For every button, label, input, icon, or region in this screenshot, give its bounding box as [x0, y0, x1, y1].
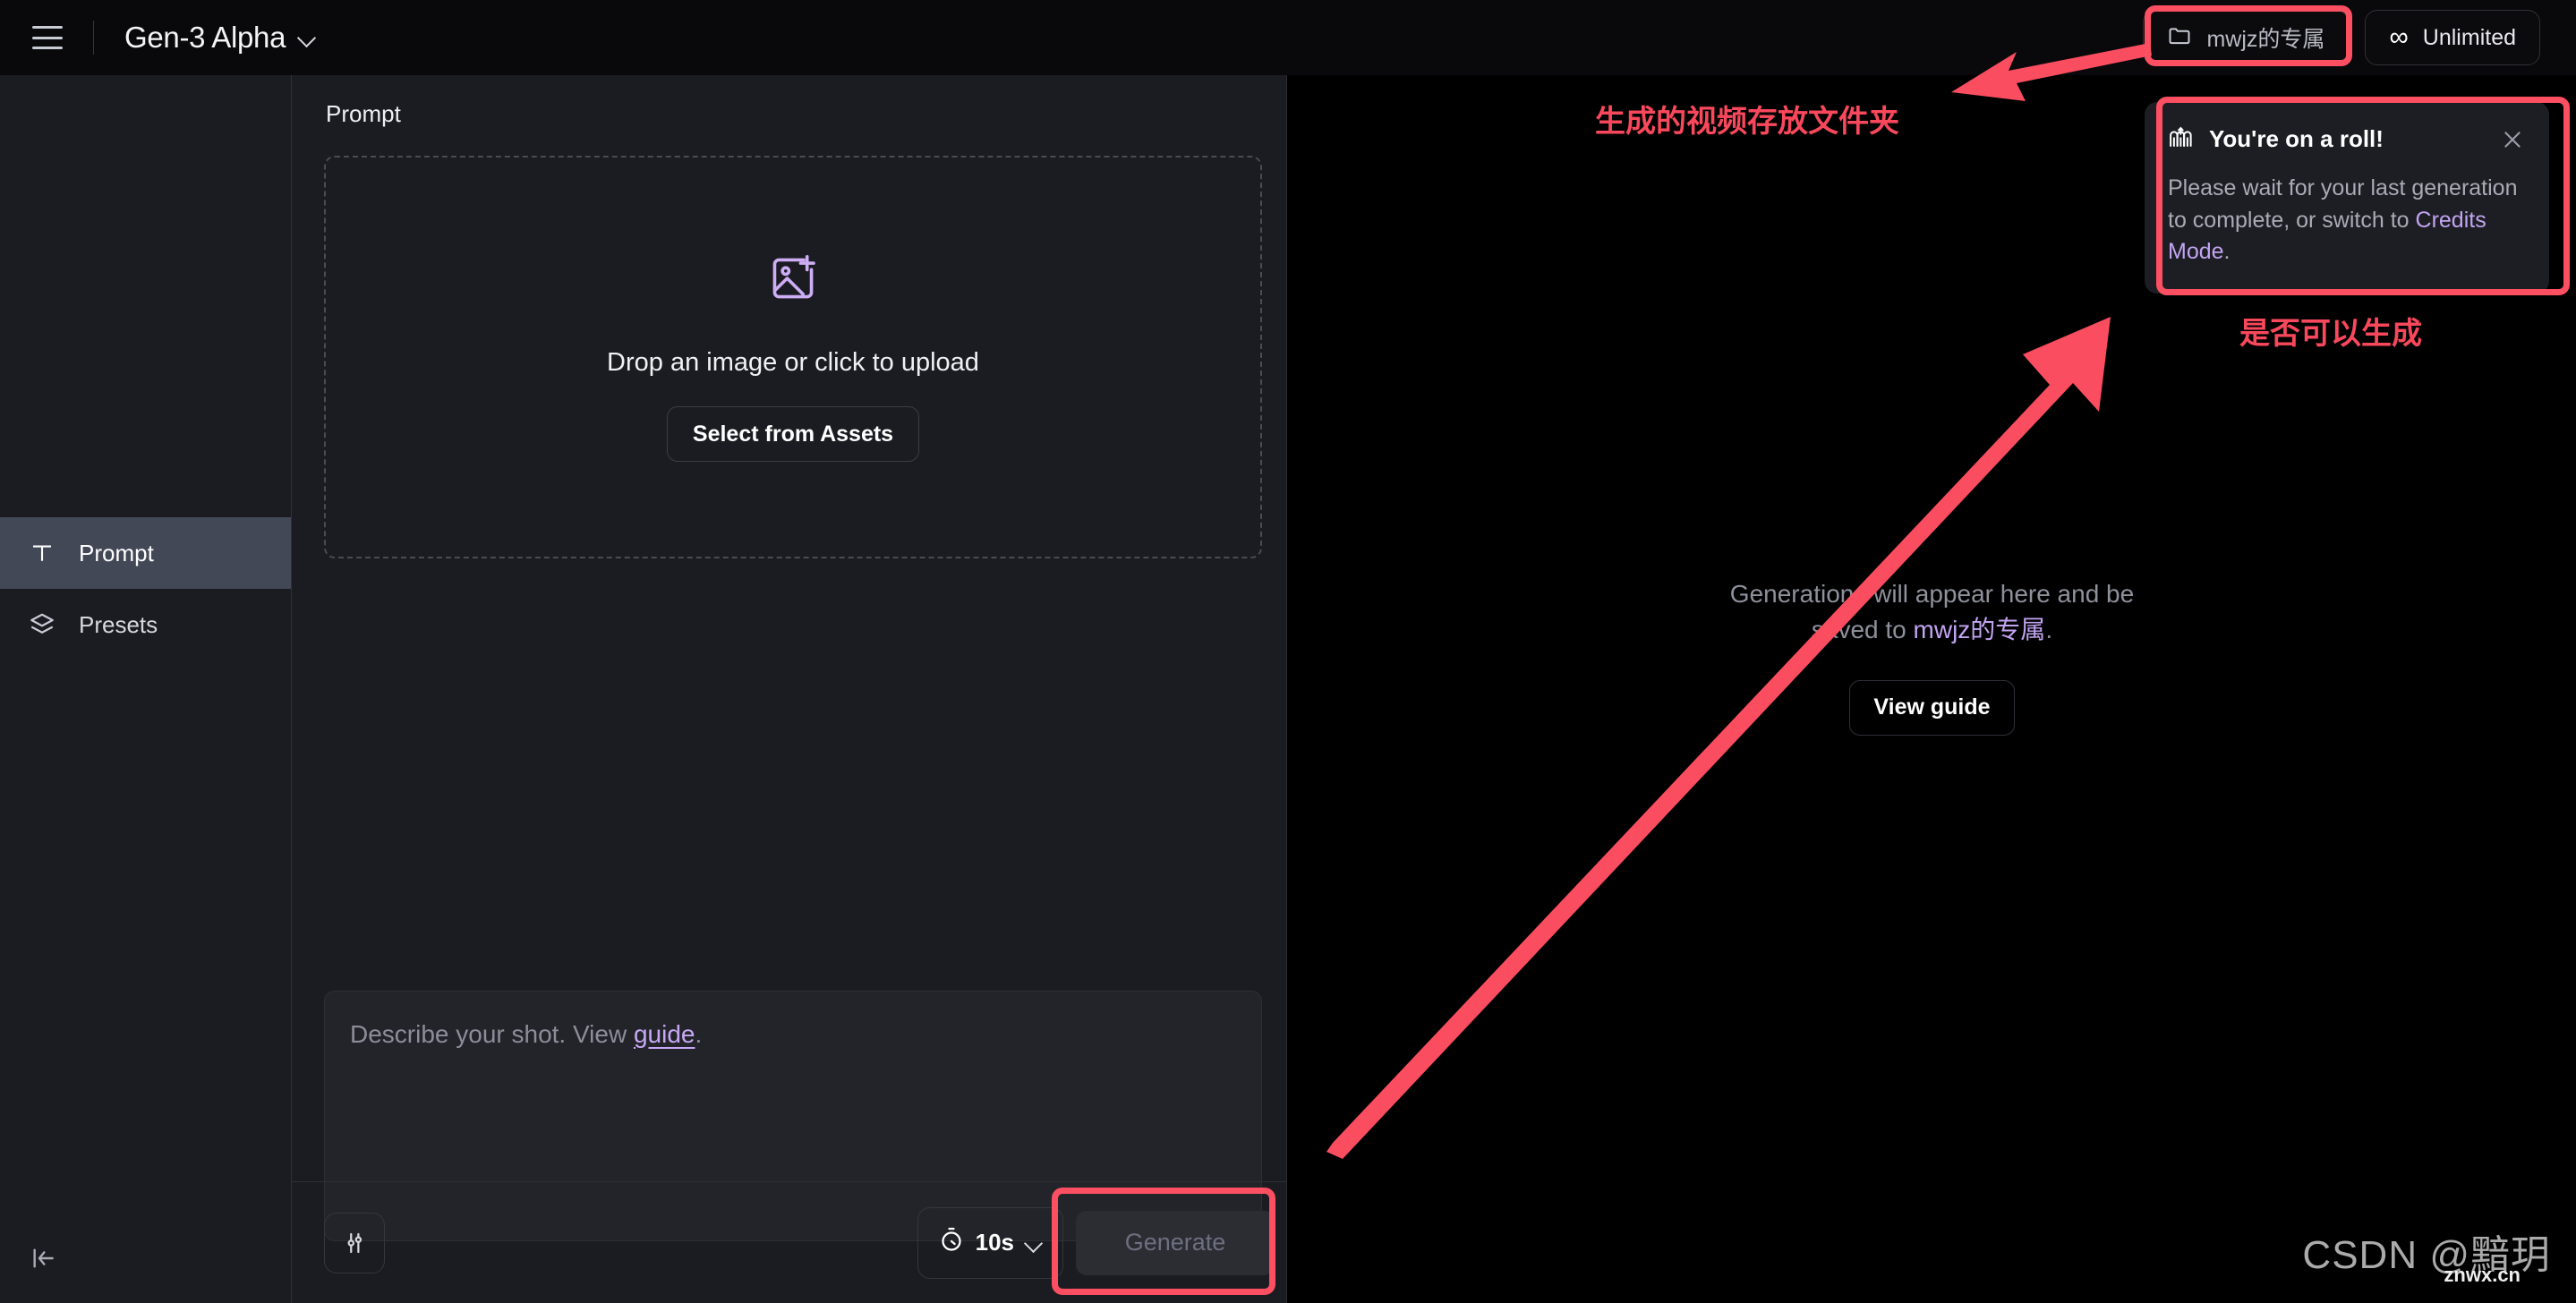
- sidebar-item-label: Prompt: [79, 539, 154, 566]
- chevron-down-icon: [1025, 1234, 1043, 1252]
- select-from-assets-button[interactable]: Select from Assets: [666, 406, 920, 462]
- image-plus-icon: [767, 252, 819, 309]
- empty-state-text: Generations will appear here and be save…: [1700, 576, 2165, 648]
- top-bar-actions: mwjz的专属 ∞ Unlimited: [2143, 10, 2540, 65]
- empty-state: Generations will appear here and be save…: [1288, 576, 2576, 736]
- prompt-panel: Prompt Drop an image or click to upload …: [292, 75, 1287, 1303]
- infinity-icon: ∞: [2389, 22, 2409, 52]
- stopwatch-icon: [938, 1226, 965, 1259]
- dropzone-text: Drop an image or click to upload: [607, 348, 979, 377]
- sidebar-item-prompt[interactable]: Prompt: [0, 517, 291, 589]
- text-t-icon: [27, 538, 57, 568]
- collapse-panel-icon[interactable]: [23, 1239, 63, 1278]
- toast-body: Please wait for your last generation to …: [2168, 173, 2526, 268]
- sidebar-items: Prompt Presets: [0, 517, 291, 660]
- close-x-icon[interactable]: [2499, 126, 2526, 153]
- footer-actions: 10s Generate: [917, 1206, 1275, 1279]
- layers-icon: [27, 609, 57, 640]
- plan-label: Unlimited: [2422, 24, 2516, 50]
- annotation-text-generate: 是否可以生成: [2239, 317, 2422, 351]
- generate-button[interactable]: Generate: [1076, 1210, 1275, 1275]
- sidebar-item-presets[interactable]: Presets: [0, 589, 291, 660]
- guide-link[interactable]: guide: [634, 1020, 695, 1048]
- placeholder-suffix: .: [695, 1020, 703, 1048]
- notification-toast: You're on a roll! Please wait for your l…: [2145, 102, 2549, 294]
- empty-suffix: .: [2045, 615, 2053, 643]
- duration-value: 10s: [975, 1229, 1014, 1256]
- top-bar: Gen-3 Alpha mwjz的专属 ∞ Unlimited: [0, 0, 2576, 75]
- toast-title: You're on a roll!: [2209, 125, 2384, 152]
- model-selector[interactable]: Gen-3 Alpha: [124, 21, 316, 55]
- sidebar: Prompt Presets: [0, 75, 292, 1303]
- hamburger-icon[interactable]: [32, 26, 63, 49]
- image-dropzone[interactable]: Drop an image or click to upload Select …: [324, 156, 1262, 558]
- placeholder-prefix: Describe your shot. View: [350, 1020, 634, 1048]
- header-divider: [93, 21, 94, 55]
- watermark-sub: znwx.cn: [2444, 1264, 2521, 1286]
- empty-folder-name: mwjz的专属: [1913, 615, 2046, 643]
- folder-name-label: mwjz的专属: [2206, 27, 2325, 52]
- plan-badge[interactable]: ∞ Unlimited: [2365, 10, 2540, 65]
- folder-selector-button[interactable]: mwjz的专属: [2143, 10, 2350, 65]
- panel-title: Prompt: [326, 100, 401, 127]
- prompt-placeholder: Describe your shot. View guide.: [350, 1018, 1236, 1051]
- duration-selector[interactable]: 10s: [917, 1206, 1063, 1279]
- sliders-settings-icon[interactable]: [324, 1212, 385, 1273]
- panel-footer: 10s Generate: [292, 1181, 1287, 1303]
- chevron-down-icon: [298, 29, 316, 47]
- model-name-label: Gen-3 Alpha: [124, 21, 286, 54]
- toast-header: You're on a roll!: [2168, 123, 2526, 155]
- folder-icon: [2167, 23, 2192, 53]
- roller-coaster-icon: [2168, 123, 2195, 155]
- sidebar-item-label: Presets: [79, 610, 158, 638]
- view-guide-button[interactable]: View guide: [1849, 679, 2015, 736]
- toast-body-suffix: .: [2223, 239, 2231, 264]
- app-root: Gen-3 Alpha mwjz的专属 ∞ Unlimited Prompt P…: [0, 0, 2576, 1303]
- annotation-text-folder: 生成的视频存放文件夹: [1595, 105, 1899, 139]
